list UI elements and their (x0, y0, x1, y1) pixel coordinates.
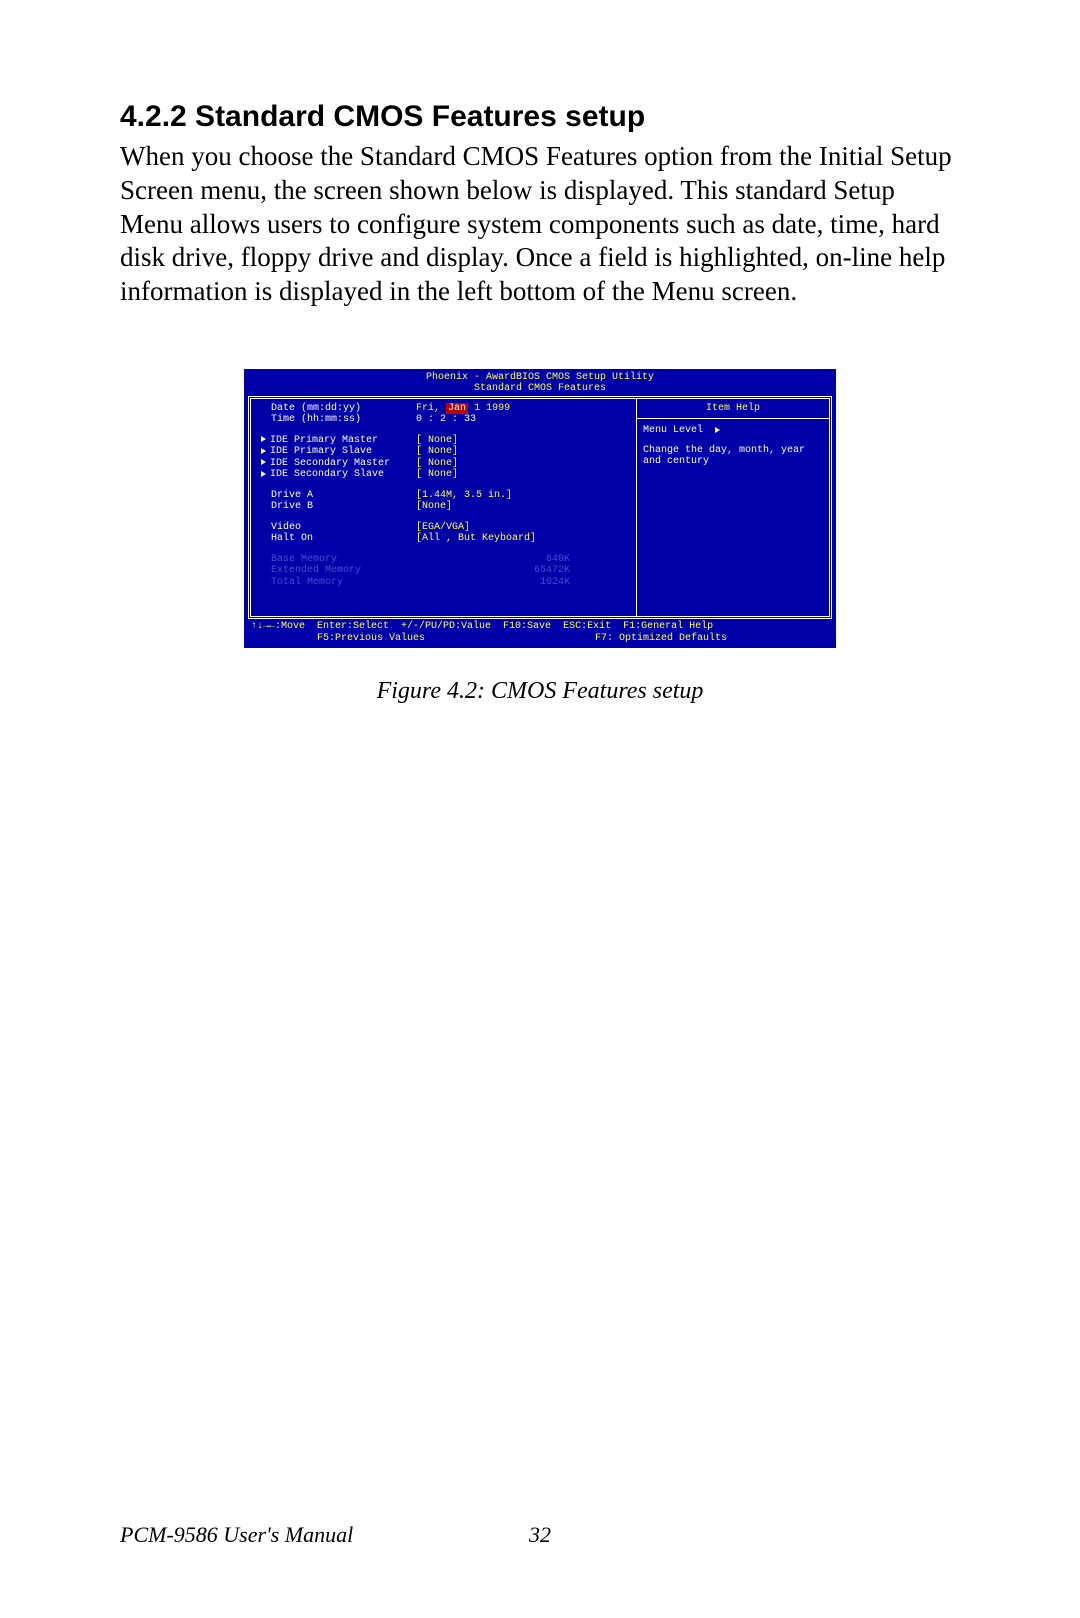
key-f7: F7: Optimized Defaults (595, 633, 727, 645)
bios-title-line2: Standard CMOS Features (245, 383, 835, 395)
bios-title-bar: Phoenix - AwardBIOS CMOS Setup Utility S… (245, 370, 835, 396)
bios-row-date[interactable]: Date (mm:dd:yy) Fri, Jan 1 1999 (261, 403, 630, 415)
key-move: ↑↓→←:Move (251, 621, 305, 633)
bios-footer-keys: ↑↓→←:Move Enter:Select +/-/PU/PD:Value F… (245, 619, 835, 647)
caret-icon (261, 459, 266, 465)
bios-row-drive-b[interactable]: Drive B [None] (261, 501, 630, 513)
footer-manual-title: PCM-9586 User's Manual (120, 1522, 353, 1548)
bios-help-text: Change the day, month, year and century (643, 445, 823, 468)
bios-left-panel: Date (mm:dd:yy) Fri, Jan 1 1999 Time (hh… (251, 399, 636, 617)
page-number: 32 (529, 1522, 551, 1548)
figure-caption: Figure 4.2: CMOS Features setup (120, 678, 960, 705)
bios-help-title: Item Help (637, 403, 829, 420)
bios-row-ide-ss[interactable]: IDE Secondary Slave [ None] (261, 469, 630, 481)
bios-row-ide-sm[interactable]: IDE Secondary Master [ None] (261, 458, 630, 470)
time-value: 0 : 2 : 33 (416, 414, 476, 426)
time-label: Time (hh:mm:ss) (271, 414, 361, 425)
section-heading: 4.2.2 Standard CMOS Features setup (120, 100, 960, 134)
bios-row-video[interactable]: Video [EGA/VGA] (261, 522, 630, 534)
bios-row-time[interactable]: Time (hh:mm:ss) 0 : 2 : 33 (261, 414, 630, 426)
bios-row-ide-pm[interactable]: IDE Primary Master [ None] (261, 435, 630, 447)
caret-icon (261, 471, 266, 477)
bios-row-ext-mem: Extended Memory 65472K (261, 565, 630, 577)
date-label: Date (mm:dd:yy) (271, 403, 361, 414)
bios-help-panel: Item Help Menu Level Change the day, mon… (636, 399, 829, 617)
bios-title-line1: Phoenix - AwardBIOS CMOS Setup Utility (245, 372, 835, 384)
date-selected[interactable]: Jan (446, 403, 468, 414)
date-prefix: Fri, (416, 403, 440, 414)
bios-row-base-mem: Base Memory 640K (261, 554, 630, 566)
bios-row-halt[interactable]: Halt On [All , But Keyboard] (261, 533, 630, 545)
section-paragraph: When you choose the Standard CMOS Featur… (120, 140, 960, 309)
bios-row-ide-ps[interactable]: IDE Primary Slave [ None] (261, 446, 630, 458)
key-esc: ESC:Exit (563, 621, 611, 633)
bios-row-drive-a[interactable]: Drive A [1.44M, 3.5 in.] (261, 490, 630, 502)
key-f10: F10:Save (503, 621, 551, 633)
caret-icon (261, 436, 266, 442)
key-f5: F5:Previous Values (317, 633, 425, 645)
caret-icon (261, 448, 266, 454)
key-enter: Enter:Select (317, 621, 389, 633)
bios-row-total-mem: Total Memory 1024K (261, 577, 630, 589)
bios-screenshot: Phoenix - AwardBIOS CMOS Setup Utility S… (244, 369, 836, 649)
date-rest: 1 1999 (474, 403, 510, 414)
key-pupd: +/-/PU/PD:Value (401, 621, 491, 633)
bios-menu-level: Menu Level (643, 425, 823, 437)
chevron-right-icon (715, 427, 720, 433)
key-f1: F1:General Help (623, 621, 713, 633)
